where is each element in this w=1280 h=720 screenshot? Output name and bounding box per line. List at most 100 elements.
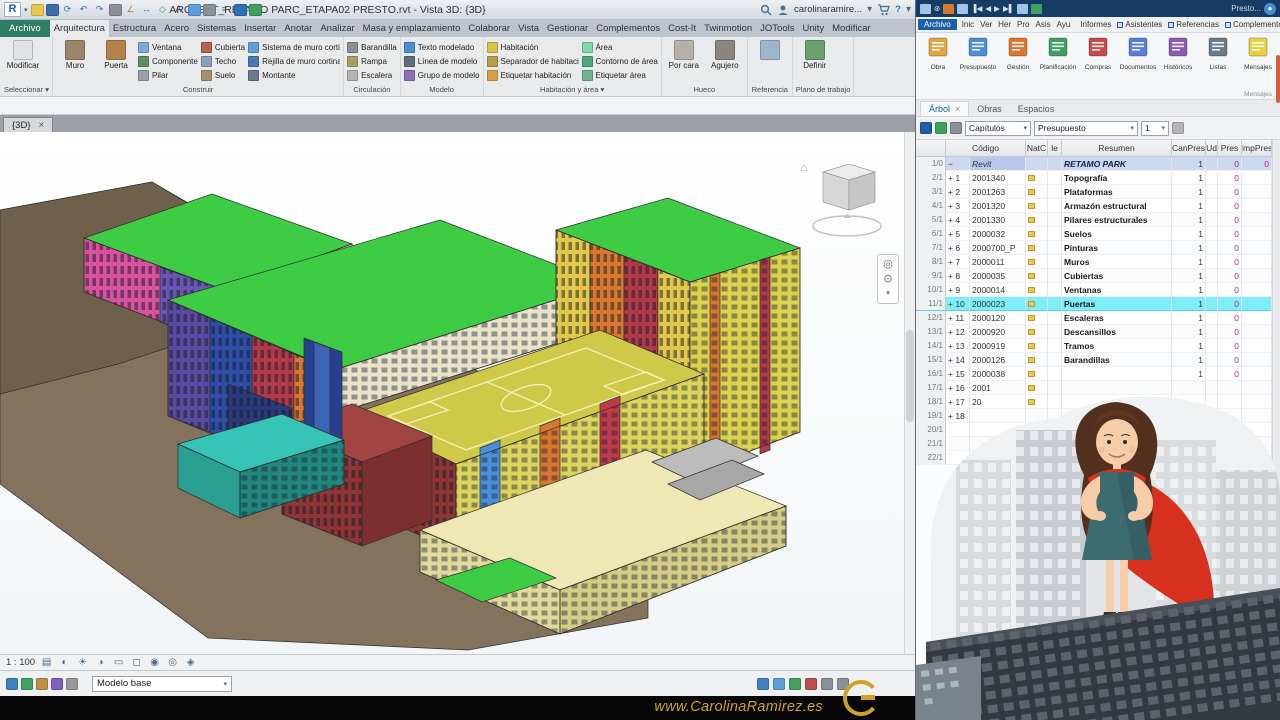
save-icon[interactable] [920, 3, 931, 14]
obra-button[interactable]: Obra [918, 36, 958, 87]
column-header-resumen[interactable]: Resumen [1062, 140, 1172, 156]
gesti-n-button[interactable]: Gestión [998, 36, 1038, 87]
hist-ricos-button[interactable]: Históricos [1158, 36, 1198, 87]
ribbon-tab-cost-it[interactable]: Cost-It [664, 20, 700, 37]
budget-row[interactable]: 14/1 + 13 2000919 Tramos 1 0 [916, 339, 1272, 353]
reference-plane-icon-button[interactable] [751, 38, 789, 62]
column-header-canpres[interactable]: CanPres [1172, 140, 1206, 156]
viewcube-home-icon[interactable]: ⌂ [800, 162, 807, 174]
scale-button[interactable]: 1 : 100 [6, 657, 35, 668]
select-links-icon[interactable] [21, 677, 33, 690]
gear-icon[interactable]: ⊛ [934, 3, 940, 14]
budget-row[interactable]: 6/1 + 5 2000032 Suelos 1 0 [916, 227, 1272, 241]
temporary-hide-isolate-icon[interactable]: ◉ [148, 657, 161, 668]
worksharing-display-icon[interactable]: ◈ [184, 657, 197, 668]
menu-inic[interactable]: Inic [959, 19, 977, 30]
componente-button[interactable]: Componente [138, 55, 198, 68]
habitaci-n-button[interactable]: Habitación [486, 41, 579, 54]
agujero-button[interactable]: Agujero [706, 38, 744, 70]
presupuesto-button[interactable]: Presupuesto [958, 36, 998, 87]
menu-pro[interactable]: Pro [1014, 19, 1032, 30]
sun-path-icon[interactable]: ☀ [76, 657, 89, 668]
budget-row[interactable]: 2/1 + 1 2001340 Topografía 1 0 [916, 171, 1272, 185]
menu-informes[interactable]: Informes [1077, 19, 1114, 30]
budget-row[interactable]: 19/1 + 18 [916, 409, 1272, 423]
menu-asis[interactable]: Asis [1033, 19, 1054, 30]
plug-icon[interactable] [943, 3, 955, 14]
viewcube[interactable] [809, 164, 885, 250]
ribbon-tab-sistemas[interactable]: Sistemas [193, 20, 240, 37]
column-header-imppres[interactable]: ImpPres [1242, 140, 1272, 156]
design-options-icon[interactable] [757, 677, 769, 690]
contorno-de-rea-button[interactable]: Contorno de área [581, 55, 658, 68]
menu-toggle-referencias[interactable]: Referencias [1165, 19, 1222, 30]
editable-only-icon[interactable] [6, 677, 18, 690]
ribbon-tab-vista[interactable]: Vista [514, 20, 543, 37]
budget-row[interactable]: 8/1 + 7 2000011 Muros 1 0 [916, 255, 1272, 269]
reveal-hidden-icon[interactable]: ◎ [166, 657, 179, 668]
ribbon-tab-jotools[interactable]: JOTools [756, 20, 798, 37]
filter-icon[interactable] [789, 677, 801, 690]
panel-label-referencia[interactable]: Referencia [751, 84, 789, 96]
texto-modelado-button[interactable]: Texto modelado [403, 41, 480, 54]
drag-on-selection-icon[interactable] [66, 677, 78, 690]
next-record-icon[interactable]: ▶ [994, 3, 1000, 14]
visual-style-icon[interactable]: ◐ [58, 657, 71, 668]
documentos-button[interactable]: Documentos [1118, 36, 1158, 87]
panel-label-seleccionar[interactable]: Seleccionar ▾ [4, 84, 49, 96]
ribbon-tab-colaborar[interactable]: Colaborar [464, 20, 514, 37]
open-icon[interactable] [30, 3, 44, 16]
viewport-scrollbar[interactable] [904, 132, 915, 654]
grupo-de-modelo-button[interactable]: Grupo de modelo [403, 69, 480, 82]
ribbon-tab-archivo[interactable]: Archivo [0, 20, 50, 37]
menu-toggle-asistentes[interactable]: Asistentes [1114, 19, 1165, 30]
scrollbar-thumb[interactable] [906, 330, 914, 423]
budget-row[interactable]: 4/1 + 3 2001320 Armazón estructural 1 0 [916, 199, 1272, 213]
first-record-icon[interactable]: ▐◀ [971, 3, 982, 14]
por-cara-button[interactable]: Por cara [665, 38, 703, 70]
montante-button[interactable]: Montante [248, 69, 340, 82]
link-icon[interactable] [1031, 3, 1043, 14]
presto-user-icon[interactable]: ● [1264, 2, 1276, 15]
view-mode-select[interactable]: Capítulos ▾ [965, 120, 1031, 136]
etiquetar-habitaci-n-button[interactable]: Etiquetar habitación [486, 69, 579, 82]
budget-row[interactable]: 10/1 + 9 2000014 Ventanas 1 0 [916, 283, 1272, 297]
budget-row[interactable]: 20/1 [916, 423, 1272, 437]
tab-rbol[interactable]: Árbol × [920, 101, 970, 116]
budget-row[interactable]: 11/1 + 10 2000023 Puertas 1 0 [916, 297, 1272, 311]
listas-button[interactable]: Listas [1198, 36, 1238, 87]
mensajes-button[interactable]: Mensajes [1238, 36, 1278, 87]
presto-scrollbar[interactable] [1272, 140, 1280, 720]
detail-level-icon[interactable]: ▤ [40, 657, 53, 668]
help-caret-icon[interactable]: ▾ [906, 4, 911, 15]
l-nea-de-modelo-button[interactable]: Línea de modelo [403, 55, 480, 68]
window-icon[interactable] [957, 3, 969, 14]
budget-row[interactable]: 1/0− Revit RETAMO PARK 1 0 0 [916, 157, 1272, 171]
pilar-button[interactable]: Pilar [138, 69, 198, 82]
section-icon[interactable] [202, 3, 216, 16]
modificar-button[interactable]: Modificar [4, 38, 42, 70]
budget-row[interactable]: 5/1 + 4 2001330 Pilares estructurales 1 0 [916, 213, 1272, 227]
design-option-select[interactable]: Modelo base ▾ [92, 675, 232, 692]
tree-view-icon[interactable] [920, 122, 932, 134]
previous-record-icon[interactable]: ◀ [985, 3, 991, 14]
background-processes-icon[interactable] [821, 677, 833, 690]
column-header-c-digo[interactable]: Código [946, 140, 1026, 156]
column-header-natc[interactable]: NatC [1026, 140, 1048, 156]
muro-button[interactable]: Muro [56, 38, 94, 70]
budget-row[interactable]: 13/1 + 12 2000920 Descansillos 1 0 [916, 325, 1272, 339]
menu-archivo[interactable]: Archivo [918, 19, 957, 30]
ribbon-tab-complementos[interactable]: Complementos [592, 20, 664, 37]
ribbon-tab-masa-y-emplazamiento[interactable]: Masa y emplazamiento [359, 20, 465, 37]
redo-icon[interactable]: ↷ [93, 3, 107, 16]
panel-label-hue-co[interactable]: Hue​co [665, 84, 744, 96]
text-icon[interactable]: A [172, 3, 186, 16]
column-header-pres[interactable]: Pres [1218, 140, 1242, 156]
tag-icon[interactable]: ◇ [156, 3, 170, 16]
budget-row[interactable]: 16/1 + 15 2000038 1 0 [916, 367, 1272, 381]
search-icon[interactable] [760, 4, 772, 16]
panel-label-habitaci-n-y-rea[interactable]: Habitación y área ▾ [487, 84, 658, 96]
collapse-levels-icon[interactable] [950, 122, 962, 134]
exclude-options-icon[interactable] [805, 677, 817, 690]
budget-row[interactable]: 17/1 + 16 2001 [916, 381, 1272, 395]
